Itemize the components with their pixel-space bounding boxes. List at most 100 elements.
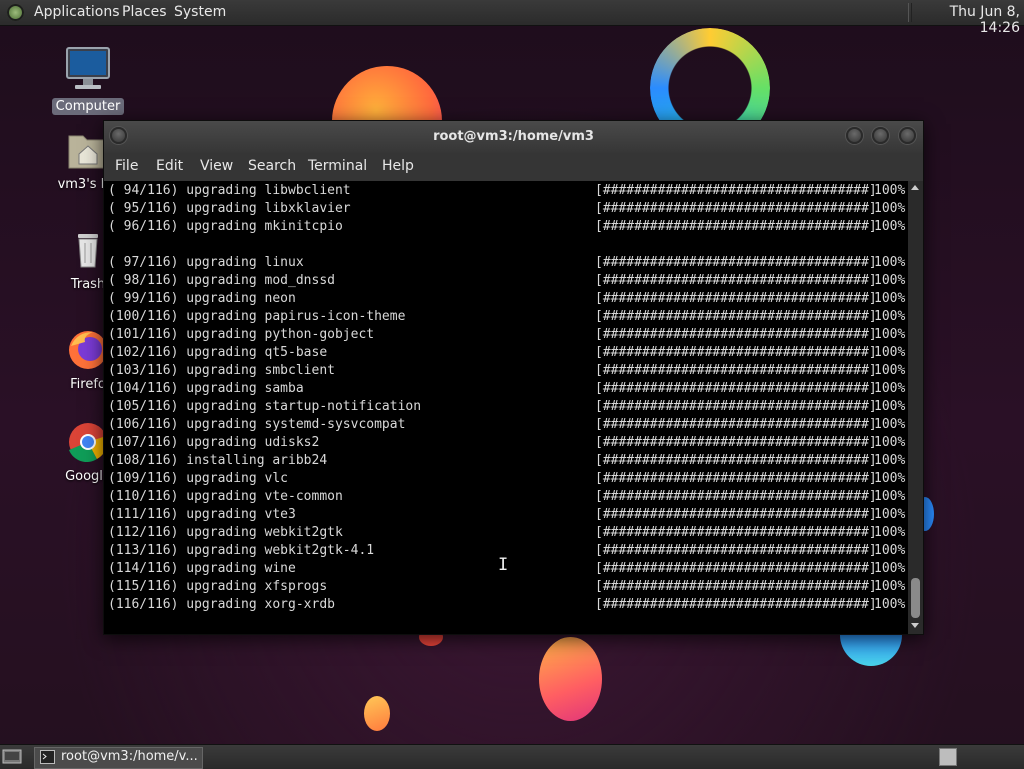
progress-bar: [##################################] (595, 435, 877, 450)
progress-percent: 100% (874, 507, 906, 522)
terminal-line: (114/116) upgrading wine [###############… (108, 560, 905, 578)
terminal-line: ( 97/116) upgrading linux [##############… (108, 254, 905, 272)
window-title: root@vm3:/home/vm3 (433, 129, 594, 144)
progress-bar: [##################################] (595, 255, 877, 270)
progress-bar: [##################################] (595, 309, 877, 324)
terminal-line: (100/116) upgrading papirus-icon-theme [#… (108, 308, 905, 326)
package-status: (105/116) upgrading startup-notification (108, 399, 422, 414)
terminal-line: (103/116) upgrading smbclient [##########… (108, 362, 905, 380)
terminal-line: (111/116) upgrading vte3 [###############… (108, 506, 905, 524)
menu-edit[interactable]: Edit (156, 158, 183, 174)
menu-view[interactable]: View (200, 158, 233, 174)
terminal-line: (101/116) upgrading python-gobject [#####… (108, 326, 905, 344)
progress-percent: 100% (874, 579, 906, 594)
main-menu-logo-icon[interactable] (7, 4, 24, 21)
terminal-line: ( 98/116) upgrading mod_dnssd [##########… (108, 272, 905, 290)
menu-search[interactable]: Search (248, 158, 296, 174)
terminal-icon (40, 750, 55, 764)
scroll-down-arrow-icon[interactable] (911, 623, 919, 628)
progress-bar: [##################################] (595, 345, 877, 360)
terminal-line: ( 94/116) upgrading libwbclient [########… (108, 182, 905, 200)
progress-percent: 100% (874, 417, 906, 432)
terminal-line: (102/116) upgrading qt5-base [###########… (108, 344, 905, 362)
progress-bar: [##################################] (595, 327, 877, 342)
terminal-line: ( 96/116) upgrading mkinitcpio [#########… (108, 218, 905, 236)
text-cursor-icon: I (498, 555, 509, 575)
package-status: (113/116) upgrading webkit2gtk-4.1 (108, 543, 375, 558)
progress-percent: 100% (874, 273, 906, 288)
terminal-line: (112/116) upgrading webkit2gtk [#########… (108, 524, 905, 542)
progress-bar: [##################################] (595, 525, 877, 540)
progress-percent: 100% (874, 219, 906, 234)
progress-bar: [##################################] (595, 399, 877, 414)
terminal-line: (109/116) upgrading vlc [################… (108, 470, 905, 488)
applications-menu[interactable]: Applications (34, 4, 120, 20)
package-status: (106/116) upgrading systemd-sysvcompat (108, 417, 406, 432)
terminal-scrollbar[interactable] (908, 181, 923, 634)
progress-bar: [##################################] (595, 579, 877, 594)
package-status: (110/116) upgrading vte-common (108, 489, 343, 504)
workspace-switcher[interactable] (939, 748, 957, 766)
progress-bar: [##################################] (595, 183, 877, 198)
terminal-line: (115/116) upgrading xfsprogs [###########… (108, 578, 905, 596)
taskbar-button-label: root@vm3:/home/v... (61, 749, 198, 764)
terminal-line: ( 95/116) upgrading libxklavier [########… (108, 200, 905, 218)
computer-icon (66, 47, 110, 89)
terminal-line: (116/116) upgrading xorg-xrdb [##########… (108, 596, 905, 614)
scrollbar-thumb[interactable] (911, 578, 920, 618)
progress-percent: 100% (874, 399, 906, 414)
progress-percent: 100% (874, 381, 906, 396)
progress-bar: [##################################] (595, 561, 877, 576)
clock[interactable]: Thu Jun 8, 14:26 (915, 4, 1020, 36)
progress-percent: 100% (874, 543, 906, 558)
progress-bar: [##################################] (595, 291, 877, 306)
system-menu[interactable]: System (174, 4, 226, 20)
progress-percent: 100% (874, 345, 906, 360)
scroll-up-arrow-icon[interactable] (911, 185, 919, 190)
progress-percent: 100% (874, 201, 906, 216)
progress-percent: 100% (874, 561, 906, 576)
progress-percent: 100% (874, 525, 906, 540)
close-button[interactable] (899, 127, 916, 144)
package-status: (102/116) upgrading qt5-base (108, 345, 328, 360)
window-titlebar[interactable]: root@vm3:/home/vm3 (104, 121, 923, 153)
menu-help[interactable]: Help (382, 158, 414, 174)
package-status: ( 99/116) upgrading neon (108, 291, 296, 306)
progress-bar: [##################################] (595, 489, 877, 504)
progress-bar: [##################################] (595, 597, 877, 612)
show-desktop-icon[interactable] (2, 748, 22, 765)
progress-percent: 100% (874, 453, 906, 468)
package-status: ( 98/116) upgrading mod_dnssd (108, 273, 335, 288)
terminal-line: (113/116) upgrading webkit2gtk-4.1 [#####… (108, 542, 905, 560)
progress-percent: 100% (874, 255, 906, 270)
places-menu[interactable]: Places (122, 4, 167, 20)
progress-bar: [##################################] (595, 453, 877, 468)
progress-percent: 100% (874, 183, 906, 198)
package-status: (107/116) upgrading udisks2 (108, 435, 320, 450)
progress-bar: [##################################] (595, 507, 877, 522)
package-status: (115/116) upgrading xfsprogs (108, 579, 328, 594)
maximize-button[interactable] (872, 127, 889, 144)
progress-bar: [##################################] (595, 363, 877, 378)
terminal-line: (107/116) upgrading udisks2 [############… (108, 434, 905, 452)
terminal-line: (105/116) upgrading startup-notification… (108, 398, 905, 416)
top-panel: Applications Places System Thu Jun 8, 14… (0, 0, 1024, 36)
package-status: ( 94/116) upgrading libwbclient (108, 183, 351, 198)
desktop-icon-computer[interactable]: Computer (48, 44, 128, 115)
minimize-button[interactable] (846, 127, 863, 144)
terminal-menubar: File Edit View Search Terminal Help (104, 153, 923, 181)
taskbar-terminal-button[interactable]: root@vm3:/home/v... (34, 747, 203, 769)
package-status: (112/116) upgrading webkit2gtk (108, 525, 343, 540)
package-status: (114/116) upgrading wine (108, 561, 296, 576)
progress-bar: [##################################] (595, 273, 877, 288)
panel-separator (908, 3, 912, 22)
progress-percent: 100% (874, 471, 906, 486)
package-status: (116/116) upgrading xorg-xrdb (108, 597, 335, 612)
menu-terminal[interactable]: Terminal (308, 158, 367, 174)
progress-bar: [##################################] (595, 543, 877, 558)
terminal-window[interactable]: root@vm3:/home/vm3 File Edit View Search… (103, 120, 924, 635)
menu-file[interactable]: File (115, 158, 138, 174)
bottom-panel: root@vm3:/home/v... (0, 744, 1024, 769)
package-status: (111/116) upgrading vte3 (108, 507, 296, 522)
terminal-line: ( 99/116) upgrading neon [###############… (108, 290, 905, 308)
